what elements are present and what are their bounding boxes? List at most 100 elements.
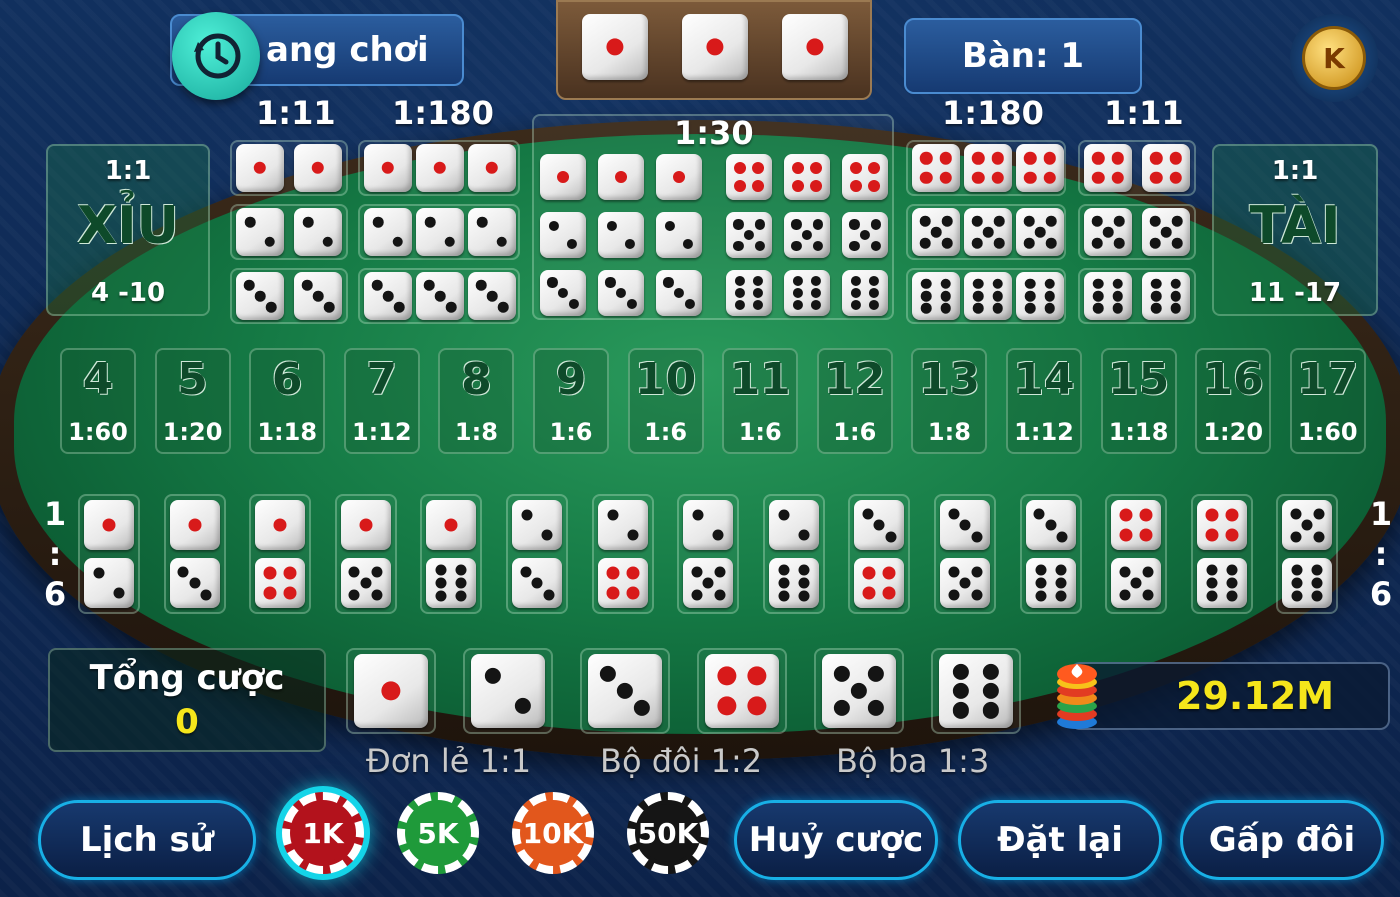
any-triple-bet[interactable] [532, 114, 894, 320]
chip-label: 10K [523, 804, 583, 862]
double-bet-button[interactable]: Gấp đôi [1180, 800, 1384, 880]
die-pip [743, 229, 755, 241]
sum-bet-16[interactable]: 16 1:20 [1195, 348, 1272, 454]
sum-bet-7[interactable]: 7 1:12 [343, 348, 420, 454]
die-face-five [842, 212, 888, 258]
die-pip [733, 180, 746, 193]
small-bet-area[interactable]: 1:1 XỈU 4 -10 [46, 144, 210, 316]
die-pip [359, 518, 373, 532]
die-pip [882, 586, 896, 600]
big-bet-area[interactable]: 1:1 TÀI 11 -17 [1212, 144, 1378, 316]
die-pip [360, 577, 372, 589]
sum-bet-11[interactable]: 11 1:6 [722, 348, 799, 454]
sum-bet-10[interactable]: 10 1:6 [627, 348, 704, 454]
die-pip [1033, 508, 1045, 519]
die-pip [189, 577, 201, 589]
chip-1k[interactable]: 1K [282, 792, 364, 874]
die-pip [778, 577, 790, 589]
die-pip [714, 589, 726, 600]
die-pip [547, 277, 558, 288]
sum-bet-13[interactable]: 13 1:8 [911, 348, 988, 454]
combo-odds-left: 1 : 6 [40, 494, 70, 614]
die-pip [940, 278, 951, 289]
die-pip [322, 236, 333, 247]
die-face-five [784, 212, 830, 258]
die-pip [714, 566, 726, 577]
die-pip [348, 589, 360, 600]
die-pip [200, 589, 212, 600]
sum-bet-6[interactable]: 6 1:18 [249, 348, 326, 454]
die-pip [1206, 564, 1218, 576]
die-pip [930, 226, 942, 238]
coin-k-icon[interactable]: K [1290, 14, 1378, 102]
die-face-three [169, 558, 220, 608]
die-pip [607, 509, 619, 521]
die-pip [859, 229, 871, 241]
cancel-bet-button[interactable]: Huỷ cược [734, 800, 938, 880]
sum-bet-12[interactable]: 12 1:6 [816, 348, 893, 454]
die-pip [1205, 508, 1219, 522]
die-pip [303, 217, 314, 228]
combo-odds-right: 1 : 6 [1366, 494, 1396, 614]
die-pip [371, 589, 383, 600]
die-pip [1093, 303, 1104, 314]
die-pip [948, 589, 959, 600]
die-face-one [354, 654, 428, 728]
sum-bet-total: 13 [918, 354, 980, 405]
die-pip [941, 237, 953, 249]
die-pip [1205, 528, 1219, 542]
die-pip [626, 298, 637, 309]
sum-bet-total: 16 [1202, 354, 1264, 405]
chip-10k[interactable]: 10K [512, 792, 594, 874]
die-pip [801, 229, 813, 241]
die-pip [812, 219, 823, 230]
die-pip [664, 220, 675, 231]
die-face-one [682, 14, 748, 80]
sum-bet-total: 14 [1013, 354, 1075, 405]
sum-bet-15[interactable]: 15 1:18 [1100, 348, 1177, 454]
chip-stack-icon [1054, 656, 1100, 732]
die-pip [243, 279, 255, 291]
die-pip [93, 567, 105, 579]
chip-5k[interactable]: 5K [397, 792, 479, 874]
die-pip [849, 219, 860, 230]
die-pip [982, 226, 994, 238]
die-pip [425, 217, 436, 228]
sum-bet-5[interactable]: 5 1:20 [154, 348, 231, 454]
die-pip [747, 696, 767, 716]
die-pip [867, 699, 885, 717]
die-pip [113, 587, 125, 599]
die-pip [992, 303, 1003, 314]
die-face-two [84, 558, 134, 608]
die-face-two [294, 208, 342, 256]
history-clock-icon[interactable] [172, 12, 260, 100]
die-face-one [540, 154, 586, 200]
die-pip [921, 303, 932, 314]
rebet-button[interactable]: Đặt lại [958, 800, 1162, 880]
die-face-five [726, 212, 772, 258]
die-pip [683, 239, 694, 250]
die-pip [982, 663, 999, 680]
die-face-one [294, 144, 342, 192]
sum-bet-17[interactable]: 17 1:60 [1289, 348, 1366, 454]
die-pip [702, 577, 714, 589]
chip-50k[interactable]: 50K [627, 792, 709, 874]
sum-bet-14[interactable]: 14 1:12 [1006, 348, 1082, 454]
sum-bet-8[interactable]: 8 1:8 [438, 348, 515, 454]
die-pip [434, 290, 446, 302]
coin-k-letter: K [1302, 26, 1366, 90]
die-pip [792, 287, 803, 299]
die-pip [1151, 290, 1162, 302]
die-face-three [364, 272, 412, 320]
die-pip [798, 529, 810, 541]
die-pip [691, 566, 703, 577]
die-pip [1291, 590, 1303, 602]
history-button[interactable]: Lịch sử [38, 800, 256, 880]
die-pip [973, 303, 984, 314]
sum-bet-9[interactable]: 9 1:6 [533, 348, 609, 454]
combo-odds-right-colon: : [1374, 535, 1388, 573]
die-pip [754, 219, 765, 230]
die-pip [177, 566, 189, 577]
sum-bet-4[interactable]: 4 1:60 [60, 348, 136, 454]
die-pip [885, 531, 897, 542]
